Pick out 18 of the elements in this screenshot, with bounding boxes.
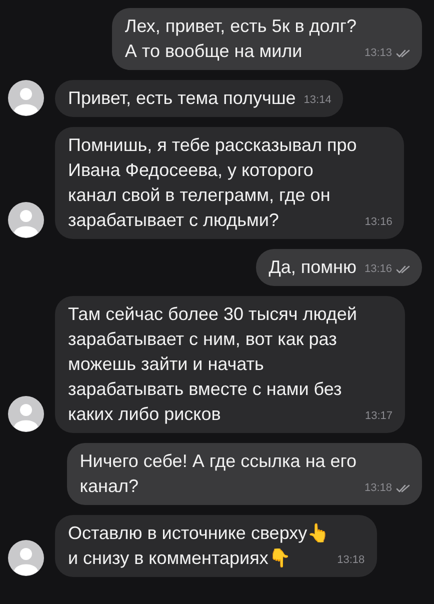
- message-text: Лех, привет, есть 5к в долг? А то вообще на мили: [124, 15, 356, 63]
- message-text: Помнишь, я тебе рассказывал про Ивана Федосеева, у которого канал свой в телеграмм, где он зарабатывает с людьми?: [68, 134, 357, 232]
- avatar-icon: [8, 540, 44, 576]
- message-time: 13:13: [364, 46, 392, 60]
- message-time: 13:18: [364, 481, 392, 495]
- message-time: 13:14: [304, 93, 332, 107]
- message-text: Там сейчас более 30 тысяч людей зарабатывает с ним, вот как раз можешь зайти и начать зарабатывать вместе с нами без каких либо рисков: [68, 303, 357, 426]
- message-text: Да, помню: [268, 256, 356, 279]
- message-time: 13:18: [337, 553, 365, 567]
- message-time: 13:17: [364, 409, 393, 423]
- message-time: 13:16: [364, 215, 392, 229]
- message-text: Привет, есть тема получше: [68, 87, 296, 110]
- avatar-icon: [8, 396, 44, 432]
- message-text: Оставлю в источнике сверху👆 и снизу в комментариях👇: [68, 522, 330, 570]
- message-time: 13:16: [364, 262, 392, 276]
- avatar-icon: [8, 80, 44, 116]
- avatar-icon: [8, 202, 44, 238]
- message-text: Ничего себе! А где ссылка на его канал?: [80, 450, 356, 498]
